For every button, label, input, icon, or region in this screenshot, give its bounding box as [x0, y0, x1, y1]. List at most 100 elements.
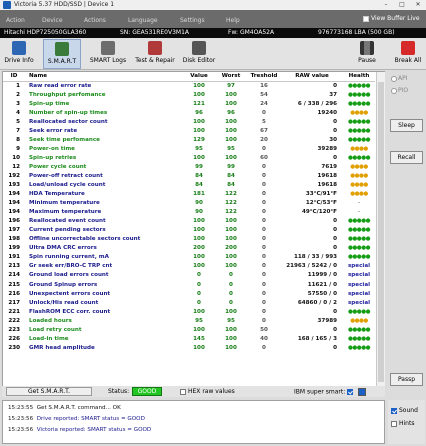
- maximize-button[interactable]: □: [394, 0, 410, 10]
- view-buffer-checkbox[interactable]: View Buffer Live: [363, 15, 420, 22]
- drive-firmware: Fw: GM4OA52A: [228, 29, 275, 36]
- cell-worst: 100: [225, 91, 237, 98]
- drive-info-button[interactable]: Drive Info: [3, 39, 35, 69]
- table-row[interactable]: 216 Unexpectent errors count 0 0 0 57550 / 0 s…: [3, 290, 375, 299]
- scrollbar-thumb[interactable]: [378, 82, 384, 382]
- cell-treshold: 0: [262, 227, 266, 234]
- cell-worst: 100: [225, 236, 237, 243]
- table-row[interactable]: 9 Power-on time 95 95 0 39289 ●●●●: [3, 145, 375, 154]
- col-name[interactable]: Name: [25, 72, 183, 82]
- close-button[interactable]: ✕: [410, 0, 426, 10]
- hex-raw-checkbox[interactable]: HEX raw values: [180, 388, 235, 395]
- sleep-button[interactable]: Sleep: [390, 119, 423, 132]
- log-time: 15:23:56: [8, 427, 34, 433]
- table-row[interactable]: 226 Load-in time 145 100 40 168 / 165 / 3 ●●●●…: [3, 335, 375, 344]
- menu-item-action[interactable]: Action: [6, 17, 25, 24]
- cell-id: 12: [12, 163, 20, 170]
- disk-editor-label: Disk Editor: [182, 57, 216, 64]
- smart-logs-button[interactable]: SMART Logs: [86, 39, 130, 69]
- cell-name: Ultra DMA CRC errors: [29, 245, 97, 252]
- table-row[interactable]: 192 Power-off retract count 84 84 0 19618 ●●●●: [3, 172, 375, 181]
- col-health[interactable]: Health: [343, 72, 375, 82]
- col-worst[interactable]: Worst: [215, 72, 247, 82]
- test-repair-button[interactable]: Test & Repair: [132, 39, 178, 69]
- table-row[interactable]: 4 Number of spin-up times 96 96 0 19240 ●●●●: [3, 109, 375, 118]
- cell-raw-value: 49°C/120°F: [301, 209, 337, 216]
- cell-worst: 100: [225, 326, 237, 333]
- table-row[interactable]: 223 Load retry count 100 100 50 0 ●●●●●: [3, 326, 375, 335]
- api-radio[interactable]: API: [391, 75, 408, 82]
- passp-button[interactable]: Passp: [390, 373, 423, 386]
- cell-treshold: 0: [262, 191, 266, 198]
- cell-name: Reallocated sector count: [29, 118, 108, 125]
- get-smart-button[interactable]: Get S.M.A.R.T.: [6, 387, 92, 396]
- hints-checkbox[interactable]: Hints: [391, 420, 414, 427]
- col-treshold[interactable]: Treshold: [247, 72, 281, 82]
- drive-info-label: Drive Info: [4, 57, 34, 64]
- pause-button[interactable]: Pause: [352, 39, 382, 69]
- cell-health: ●●●●: [350, 191, 368, 198]
- table-row[interactable]: 230 GMR head amplitude 100 100 0 0 ●●●●●: [3, 344, 375, 353]
- table-row[interactable]: 196 Reallocated event count 100 100 0 0 ●●●●●: [3, 217, 375, 226]
- table-row[interactable]: 213 Gr seek err/BRO-C TRP cnt 100 100 0 21963…: [3, 262, 375, 271]
- col-id[interactable]: ID: [3, 72, 25, 82]
- cell-raw-value: 0: [333, 154, 337, 161]
- cell-name: Load retry count: [29, 326, 82, 333]
- col-raw-value[interactable]: RAW value: [281, 72, 343, 82]
- cell-raw-value: 0: [333, 344, 337, 351]
- pio-radio[interactable]: PIO: [391, 87, 408, 94]
- table-row[interactable]: 2 Throughput perfomance 100 100 54 37 ●●●●●: [3, 91, 375, 100]
- table-row[interactable]: 8 Seek time perfomance 129 100 20 30 ●●●●●: [3, 136, 375, 145]
- menu-item-settings[interactable]: Settings: [180, 17, 205, 24]
- table-row[interactable]: 1 Raw read error rate 100 97 16 0 ●●●●●: [3, 81, 375, 91]
- table-row[interactable]: 12 Power cycle count 99 99 0 7619 ●●●●: [3, 163, 375, 172]
- col-value[interactable]: Value: [183, 72, 215, 82]
- smart-table-header: ID Name Value Worst Treshold RAW value H…: [3, 72, 375, 82]
- cell-worst: 100: [225, 308, 237, 315]
- checkbox-icon: [363, 15, 369, 22]
- cell-raw-value: 19240: [317, 109, 337, 116]
- ibm-super-smart-checkbox[interactable]: IBM super smart:: [294, 388, 367, 396]
- cell-value: 100: [193, 236, 205, 243]
- table-row[interactable]: 199 Ultra DMA CRC errors 200 200 0 0 ●●●●●: [3, 244, 375, 253]
- table-row[interactable]: 214 Ground load errors count 0 0 0 11999 / 0 s…: [3, 271, 375, 280]
- menu-item-actions[interactable]: Actions: [84, 17, 106, 24]
- table-row[interactable]: 5 Reallocated sector count 100 100 5 0 ●●●●●: [3, 118, 375, 127]
- table-row[interactable]: 215 Ground Spinup errors 0 0 0 11621 / 0 speci…: [3, 280, 375, 289]
- table-row[interactable]: 197 Current pending sectors 100 100 0 0 ●●●●●: [3, 226, 375, 235]
- table-row[interactable]: 194 Minimum temperature 90 122 0 12°C/53°F -: [3, 199, 375, 208]
- table-row[interactable]: 222 Loaded hours 95 95 0 37989 ●●●●: [3, 317, 375, 326]
- table-row[interactable]: 217 Unlock/His read count 0 0 0 64860 / 0 / 2…: [3, 299, 375, 308]
- break-all-button[interactable]: Break All: [392, 39, 424, 69]
- table-row[interactable]: 3 Spin-up time 121 100 24 6 / 338 / 296 ●●●●●: [3, 100, 375, 109]
- cell-id: 1: [16, 82, 20, 89]
- cell-raw-value: 21963 / 5242 / 0: [286, 263, 337, 270]
- cell-worst: 122: [225, 191, 237, 198]
- table-row[interactable]: 10 Spin-up retries 100 100 60 0 ●●●●●: [3, 154, 375, 163]
- disk-editor-button[interactable]: Disk Editor: [180, 39, 218, 69]
- table-row[interactable]: 221 FlashROM ECC corr. count 100 100 0 0 ●●●●●: [3, 308, 375, 317]
- table-row[interactable]: 191 Spin running current, mA 100 100 0 118 / …: [3, 253, 375, 262]
- table-row[interactable]: 194 HDA Temperature 181 122 0 33°C/91°F ●●●●: [3, 190, 375, 199]
- table-row[interactable]: 198 Offline uncorrectable sectors count 10…: [3, 235, 375, 244]
- smart-button[interactable]: S.M.A.R.T: [43, 39, 81, 69]
- recall-button[interactable]: Recall: [390, 151, 423, 164]
- table-row[interactable]: 193 Load/unload cycle count 84 84 0 19618 ●●●●: [3, 181, 375, 190]
- ibm-options-icon[interactable]: [358, 388, 367, 396]
- cell-health: ●●●●●: [348, 91, 370, 98]
- cell-treshold: 0: [262, 109, 266, 116]
- right-panel: API PIO Sleep Recall Passp: [388, 71, 425, 403]
- cell-treshold: 0: [262, 299, 266, 306]
- hex-raw-label: HEX raw values: [188, 388, 235, 395]
- menu-item-language[interactable]: Language: [128, 17, 158, 24]
- title-bar: Victoria 5.37 HDD/SSD | Device 1 – □ ✕: [0, 0, 426, 10]
- table-scrollbar[interactable]: [376, 72, 385, 390]
- table-row[interactable]: 194 Maximum temperature 90 122 0 49°C/120°F -: [3, 208, 375, 217]
- minimize-button[interactable]: –: [378, 0, 394, 10]
- cell-id: 194: [8, 209, 20, 216]
- menu-item-device[interactable]: Device: [42, 17, 63, 24]
- sound-checkbox[interactable]: Sound: [391, 407, 418, 414]
- menu-item-help[interactable]: Help: [226, 17, 240, 24]
- cell-name: Minimum temperature: [29, 200, 100, 207]
- table-row[interactable]: 7 Seek error rate 100 100 67 0 ●●●●●: [3, 127, 375, 136]
